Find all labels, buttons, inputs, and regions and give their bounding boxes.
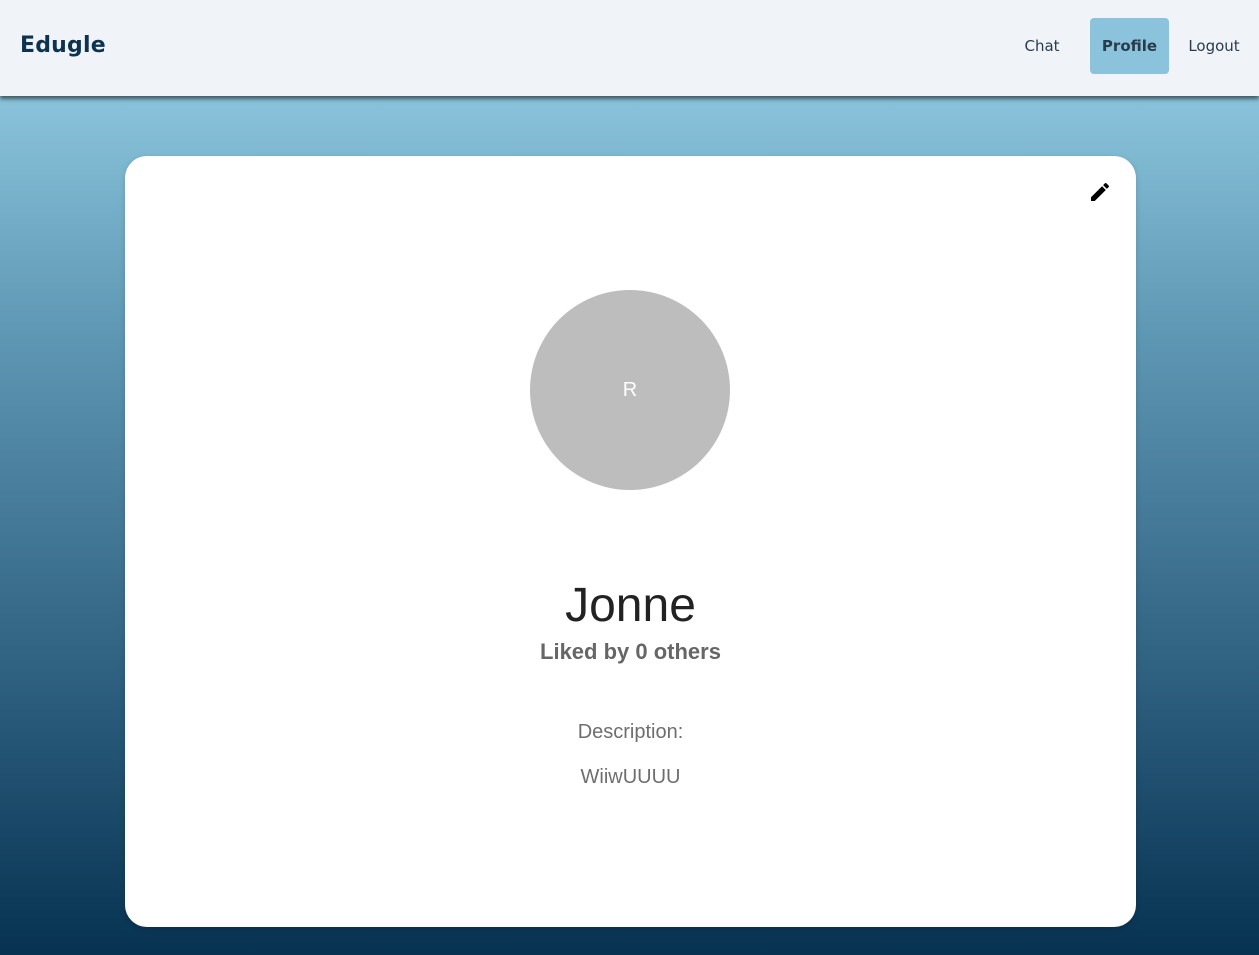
description-text: WiiwUUUU — [580, 766, 681, 788]
nav-links: Chat Profile Logout — [1008, 18, 1259, 74]
pencil-icon[interactable] — [1088, 180, 1112, 204]
avatar: R — [530, 290, 730, 490]
nav-logout-link[interactable]: Logout — [1169, 18, 1259, 74]
brand-logo[interactable]: Edugle — [20, 33, 106, 58]
top-navbar: Edugle Chat Profile Logout — [0, 0, 1259, 96]
nav-chat-link[interactable]: Chat — [1008, 18, 1076, 74]
avatar-initial: R — [622, 378, 638, 401]
likes-count: Liked by 0 others — [540, 639, 721, 664]
nav-profile-link[interactable]: Profile — [1090, 18, 1169, 74]
description-label: Description: — [577, 721, 684, 743]
profile-card: R Jonne Liked by 0 others Description: W… — [125, 156, 1136, 927]
profile-name: Jonne — [565, 579, 696, 632]
